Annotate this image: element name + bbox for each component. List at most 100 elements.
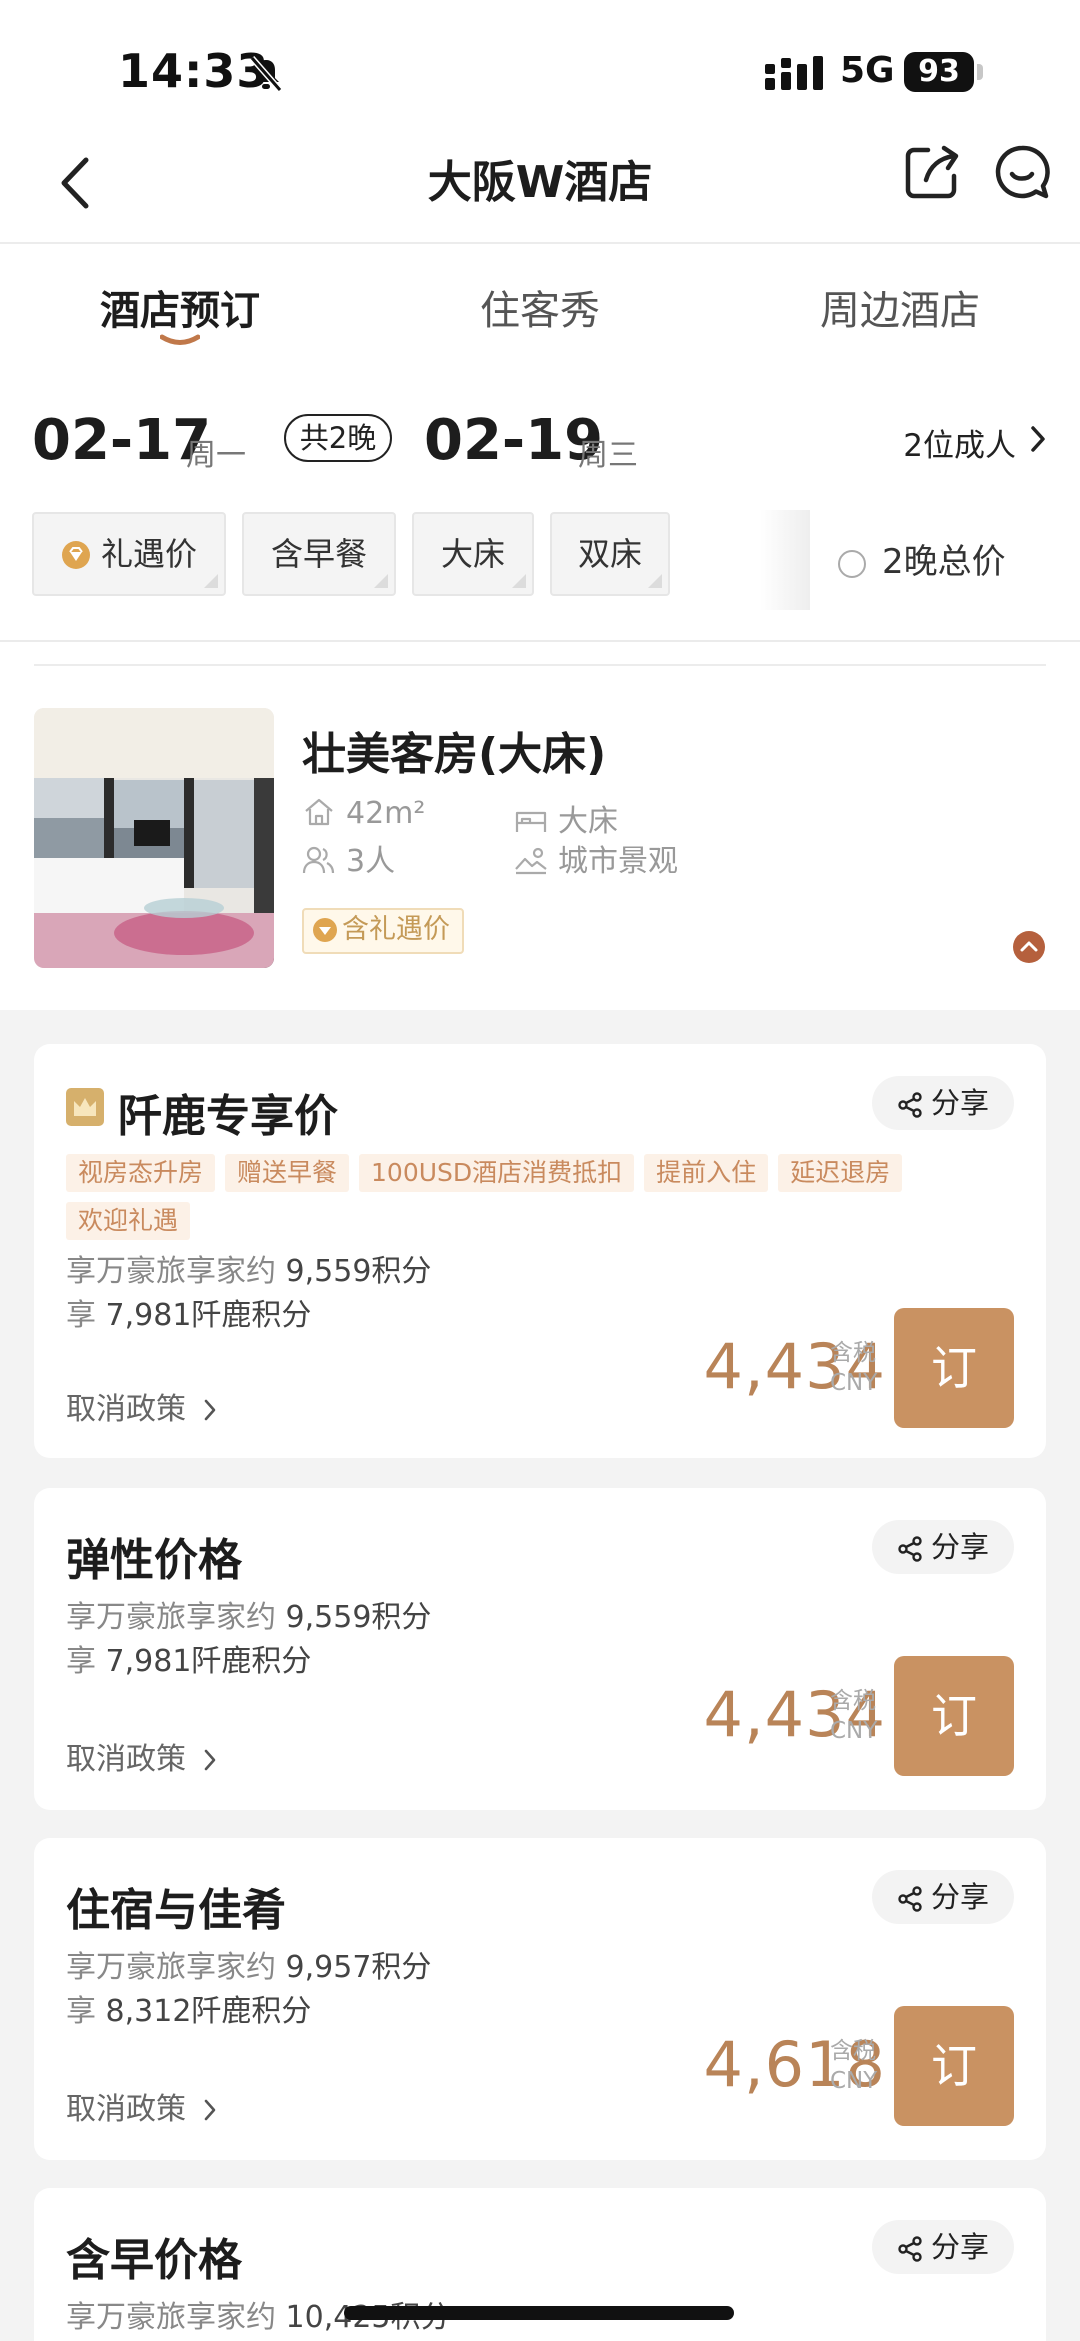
share-label: 分享 [930, 1880, 989, 1914]
perk-tag: 提前入住 [644, 1154, 769, 1192]
home-indicator[interactable] [344, 2306, 734, 2320]
rate-title: 弹性价格 [66, 1535, 242, 1586]
nights-badge: 共2晚 [284, 414, 392, 462]
tab-guest-reviews[interactable]: 住客秀 [480, 278, 600, 336]
cancel-policy-label: 取消政策 [66, 1742, 186, 1777]
share-label: 分享 [930, 2230, 989, 2264]
cancel-policy-label: 取消政策 [66, 1392, 186, 1427]
date-selector[interactable]: 02-17 周一 共2晚 02-19 周三 2位成人 [0, 400, 1080, 480]
checkout-weekday: 周三 [578, 438, 638, 473]
marriott-points: 享万豪旅享家约 9,559积分 [66, 1246, 431, 1290]
share-icon [898, 1092, 922, 1118]
filter-chip-twin-bed[interactable]: 双床 [550, 512, 670, 596]
qianlu-points: 享 7,981阡鹿积分 [66, 1636, 311, 1680]
chevron-right-icon [204, 1749, 216, 1771]
share-button[interactable]: 分享 [872, 1076, 1014, 1130]
room-view: 城市景观 [514, 836, 678, 880]
rate-title: 住宿与佳肴 [66, 1885, 286, 1936]
chevron-right-icon[interactable] [1028, 424, 1048, 454]
book-button[interactable]: 订 [894, 1308, 1014, 1428]
rate-card: 弹性价格 分享 享万豪旅享家约 9,559积分 享 7,981阡鹿积分 取消政策… [34, 1488, 1046, 1810]
tax-label: 含税 CNY [830, 1338, 884, 1398]
chip-corner-icon [374, 574, 388, 588]
share-button[interactable]: 分享 [872, 1520, 1014, 1574]
total-price-toggle[interactable]: 2晚总价 [838, 534, 1006, 583]
points-prefix: 享万豪旅享家约 [66, 2300, 276, 2335]
filter-chip-label: 含早餐 [270, 535, 367, 573]
customer-service-icon[interactable] [990, 140, 1054, 204]
cancel-policy-link[interactable]: 取消政策 [66, 1384, 218, 1428]
chevron-right-icon [204, 2099, 216, 2121]
perk-tag: 100USD酒店消费抵扣 [359, 1154, 635, 1192]
gift-rate-tag-label: 含礼遇价 [342, 914, 450, 945]
rate-card: 住宿与佳肴 分享 享万豪旅享家约 9,957积分 享 8,312阡鹿积分 取消政… [34, 1838, 1046, 2160]
rate-title: 含早价格 [66, 2235, 242, 2286]
points-prefix: 享万豪旅享家约 [66, 1950, 276, 1985]
tax-label: 含税 CNY [830, 2036, 884, 2096]
tax-included: 含税 [830, 2038, 876, 2064]
tax-label: 含税 CNY [830, 1686, 884, 1746]
checkin-weekday: 周一 [186, 438, 246, 473]
scroll-fade [760, 510, 810, 610]
perk-tag: 欢迎礼遇 [66, 1202, 191, 1240]
currency: CNY [830, 2068, 878, 2094]
share-label: 分享 [930, 1086, 989, 1120]
share-label: 分享 [930, 1530, 989, 1564]
cancel-policy-link[interactable]: 取消政策 [66, 2084, 218, 2128]
gift-rate-tag: 含礼遇价 [302, 908, 464, 954]
points-prefix: 享 [66, 1994, 96, 2029]
tab-nearby-hotels[interactable]: 周边酒店 [820, 278, 980, 336]
marriott-points: 享万豪旅享家约 9,957积分 [66, 1942, 431, 1986]
currency: CNY [830, 1718, 878, 1744]
perk-tag: 视房态升房 [66, 1154, 216, 1192]
qianlu-points: 享 8,312阡鹿积分 [66, 1986, 311, 2030]
points-value: 9,559积分 [285, 1600, 432, 1635]
checkout-date[interactable]: 02-19 [424, 408, 603, 473]
checkin-date[interactable]: 02-17 [32, 408, 211, 473]
filter-chip-label: 大床 [440, 535, 505, 573]
divider [34, 664, 1046, 666]
chevron-up-icon[interactable] [1012, 930, 1046, 964]
tax-included: 含税 [830, 1340, 876, 1366]
room-summary[interactable]: 壮美客房(大床) 42m² 大床 3人 城市景观 含礼遇价 [34, 708, 1046, 970]
cancel-policy-link[interactable]: 取消政策 [66, 1734, 218, 1778]
signal-icon [765, 56, 823, 90]
perk-tag: 赠送早餐 [225, 1154, 350, 1192]
landscape-icon [515, 847, 547, 875]
bed-icon [515, 811, 547, 832]
perk-list: 视房态升房 赠送早餐 100USD酒店消费抵扣 提前入住 延迟退房欢迎礼遇 [66, 1154, 966, 1250]
qianlu-points: 享 7,981阡鹿积分 [66, 1290, 311, 1334]
perk-tag: 延迟退房 [778, 1154, 903, 1192]
status-bar: 14:33 5G 93 [0, 0, 1080, 130]
crown-icon [66, 1088, 104, 1126]
filter-chip-breakfast[interactable]: 含早餐 [242, 512, 396, 596]
points-value: 9,957积分 [285, 1950, 432, 1985]
share-button[interactable]: 分享 [872, 1870, 1014, 1924]
total-price-label: 2晚总价 [882, 542, 1006, 582]
radio-button[interactable] [838, 550, 866, 578]
filter-chip-gift-rate[interactable]: 礼遇价 [32, 512, 226, 596]
share-icon [898, 1536, 922, 1562]
book-button[interactable]: 订 [894, 2006, 1014, 2126]
tab-hotel-booking[interactable]: 酒店预订 [100, 278, 260, 336]
share-button[interactable]: 分享 [872, 2220, 1014, 2274]
marriott-points: 享万豪旅享家约 9,559积分 [66, 1592, 431, 1636]
room-area-value: 42m² [346, 796, 426, 831]
points-value: 7,981阡鹿积分 [105, 1644, 312, 1679]
points-prefix: 享 [66, 1298, 96, 1333]
tab-bar: 酒店预订 住客秀 周边酒店 [0, 262, 1080, 352]
battery-cap [977, 64, 983, 80]
chevron-right-icon [204, 1399, 216, 1421]
share-icon [898, 2236, 922, 2262]
points-prefix: 享万豪旅享家约 [66, 1254, 276, 1289]
book-button[interactable]: 订 [894, 1656, 1014, 1776]
filter-chip-king-bed[interactable]: 大床 [412, 512, 534, 596]
points-value: 8,312阡鹿积分 [105, 1994, 312, 2029]
guests-selector[interactable]: 2位成人 [903, 420, 1016, 465]
gift-badge-icon [313, 918, 337, 942]
room-photo[interactable] [34, 708, 274, 968]
room-bed-value: 大床 [558, 804, 618, 839]
network-label: 5G [840, 50, 895, 91]
battery-level: 93 [904, 52, 974, 92]
share-icon[interactable] [900, 140, 964, 204]
